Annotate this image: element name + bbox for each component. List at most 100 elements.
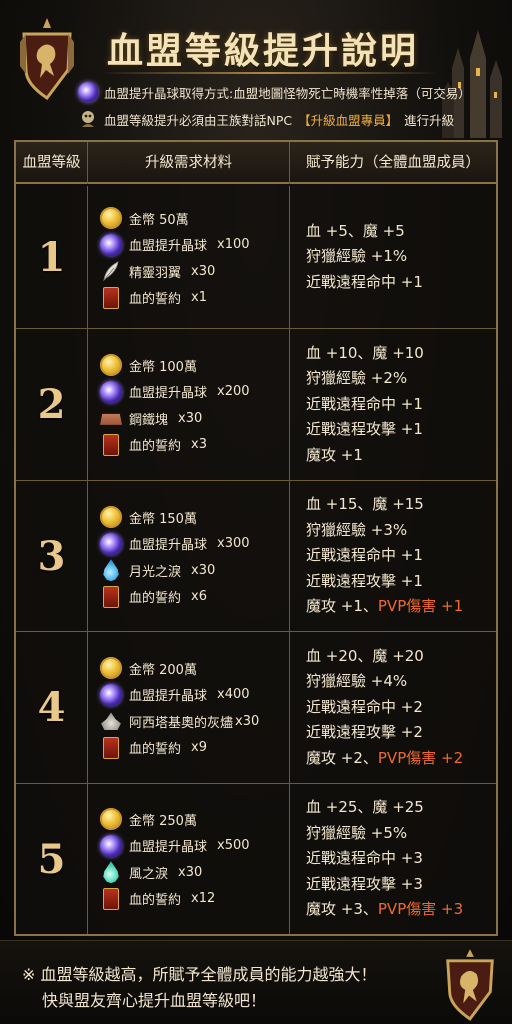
ability-text: 血 +5、魔 +5 — [306, 221, 405, 240]
table-row: 2 金幣 100萬 血盟提升晶球 x200 鋼鐵塊 x30 血的誓約 x3 血 +10、魔 +1… — [16, 329, 496, 481]
npc-skull-icon — [82, 111, 94, 127]
blood-oath-book-icon — [103, 286, 119, 309]
abilities-cell: 血 +25、魔 +25 狩獵經驗 +5% 近戰遠程命中 +3 近戰遠程攻擊 +3 魔攻 … — [290, 784, 496, 934]
material-quantity: x300 — [217, 536, 250, 552]
npc-upgrade-note: 血盟等級提升必須由王族對話NPC 【升級血盟專員】 進行升級 — [78, 109, 454, 129]
clan-orb-icon — [100, 233, 122, 256]
ability-text: 血 +10、魔 +10 — [306, 343, 424, 362]
header-clan-level: 血盟等級 — [16, 142, 88, 184]
lion-crest-icon — [446, 949, 494, 1021]
material-quantity: x100 — [217, 237, 250, 253]
material-item: 金幣 150萬 — [100, 504, 289, 531]
pvp-damage-text: PVP傷害 +3 — [377, 900, 464, 919]
material-quantity: x9 — [191, 740, 207, 756]
material-quantity: x1 — [191, 290, 207, 306]
material-name: 金幣 100萬 — [129, 359, 197, 375]
material-quantity: x12 — [191, 891, 216, 907]
pvp-damage-text: PVP傷害 +2 — [377, 748, 464, 767]
clan-orb-icon — [100, 834, 122, 857]
ability-text: 近戰遠程攻擊 +1 — [306, 420, 423, 439]
orb-drop-note: 血盟提升晶球取得方式:血盟地圖怪物死亡時機率性掉落（可交易） — [78, 82, 471, 102]
material-name: 血的誓約 — [129, 742, 182, 758]
gold-coin-icon — [100, 657, 122, 680]
ability-text: 近戰遠程命中 +1 — [306, 546, 423, 565]
ability-line: 魔攻 +2、PVP傷害 +2 — [306, 746, 496, 772]
wind-tear-icon — [103, 861, 119, 884]
clan-level-number: 4 — [16, 632, 88, 783]
gold-coin-icon — [100, 506, 122, 529]
header: 血盟等級提升說明 血盟提升晶球取得方式:血盟地圖怪物死亡時機率性掉落（可交易） … — [0, 0, 512, 138]
material-quantity: x30 — [178, 864, 203, 880]
materials-cell: 金幣 200萬 血盟提升晶球 x400 阿西塔基奧的灰燼 x30 血的誓約 x9 — [88, 632, 290, 783]
ability-text: 近戰遠程攻擊 +2 — [306, 723, 423, 742]
material-item: 血的誓約 x12 — [100, 886, 289, 913]
material-item: 金幣 100萬 — [100, 352, 289, 379]
npc-name-highlight: 【升級血盟專員】 — [298, 112, 399, 128]
clan-level-number: 1 — [16, 186, 88, 328]
ability-text: 魔攻 +3、 — [306, 900, 378, 919]
material-quantity: x30 — [235, 713, 260, 729]
clan-orb-icon — [100, 532, 122, 555]
material-item: 血盟提升晶球 x200 — [100, 379, 289, 406]
footer-line-2: 快與盟友齊心提升血盟等級吧！ — [42, 991, 267, 1010]
ability-line: 血 +25、魔 +25 — [306, 795, 496, 821]
ability-text: 狩獵經驗 +2% — [306, 369, 408, 388]
material-item: 月光之淚 x30 — [100, 557, 289, 584]
ability-text: 狩獵經驗 +3% — [306, 520, 408, 539]
clan-orb-icon — [100, 380, 122, 403]
ability-text: 近戰遠程命中 +1 — [306, 394, 423, 413]
ability-line: 狩獵經驗 +4% — [306, 669, 496, 695]
material-item: 阿西塔基奧的灰燼 x30 — [100, 708, 289, 735]
ash-icon — [101, 712, 121, 731]
abilities-cell: 血 +10、魔 +10 狩獵經驗 +2% 近戰遠程命中 +1 近戰遠程攻擊 +1 魔攻 … — [290, 329, 496, 480]
footer: ※ 血盟等級越高，所賦予全體成員的能力越強大！ 快與盟友齊心提升血盟等級吧！ — [0, 940, 512, 1024]
feather-icon — [100, 260, 122, 282]
material-name: 金幣 200萬 — [129, 662, 197, 678]
ability-text: 狩獵經驗 +4% — [306, 672, 408, 691]
ability-line: 狩獵經驗 +5% — [306, 821, 496, 847]
ability-line: 近戰遠程命中 +1 — [306, 543, 496, 569]
material-name: 精靈羽翼 — [129, 265, 182, 281]
ability-line: 魔攻 +1、PVP傷害 +1 — [306, 594, 496, 620]
blood-oath-book-icon — [103, 433, 119, 456]
clan-level-number: 5 — [16, 784, 88, 934]
material-quantity: x500 — [217, 838, 250, 854]
gold-coin-icon — [100, 354, 122, 377]
ability-line: 近戰遠程攻擊 +1 — [306, 569, 496, 595]
material-name: 血盟提升晶球 — [129, 538, 208, 554]
ability-line: 狩獵經驗 +1% — [306, 244, 496, 270]
ability-text: 狩獵經驗 +5% — [306, 823, 408, 842]
material-item: 血盟提升晶球 x500 — [100, 833, 289, 860]
ability-text: 近戰遠程命中 +1 — [306, 272, 423, 291]
moonlight-tear-icon — [103, 559, 119, 582]
material-name: 月光之淚 — [129, 564, 182, 580]
material-item: 風之淚 x30 — [100, 859, 289, 886]
npc-note-suffix: 進行升級 — [404, 112, 455, 128]
material-name: 阿西塔基奧的灰燼 — [129, 715, 234, 731]
material-name: 金幣 50萬 — [129, 212, 189, 228]
material-name: 金幣 150萬 — [129, 511, 197, 527]
material-name: 血盟提升晶球 — [129, 386, 208, 402]
orb-drop-note-text: 血盟提升晶球取得方式:血盟地圖怪物死亡時機率性掉落（可交易） — [104, 85, 471, 101]
materials-cell: 金幣 150萬 血盟提升晶球 x300 月光之淚 x30 血的誓約 x6 — [88, 481, 290, 631]
ability-line: 近戰遠程命中 +1 — [306, 270, 496, 296]
material-item: 金幣 250萬 — [100, 806, 289, 833]
material-quantity: x400 — [217, 687, 250, 703]
ability-text: 近戰遠程命中 +2 — [306, 697, 423, 716]
material-item: 金幣 50萬 — [100, 205, 289, 232]
ability-line: 血 +15、魔 +15 — [306, 492, 496, 518]
ability-line: 近戰遠程攻擊 +2 — [306, 720, 496, 746]
abilities-cell: 血 +15、魔 +15 狩獵經驗 +3% 近戰遠程命中 +1 近戰遠程攻擊 +1 魔攻 … — [290, 481, 496, 631]
abilities-cell: 血 +20、魔 +20 狩獵經驗 +4% 近戰遠程命中 +2 近戰遠程攻擊 +2 魔攻 … — [290, 632, 496, 783]
steel-ingot-icon — [100, 413, 122, 425]
footer-line-1: ※ 血盟等級越高，所賦予全體成員的能力越強大！ — [22, 965, 377, 984]
gold-coin-icon — [100, 808, 122, 831]
table-row: 3 金幣 150萬 血盟提升晶球 x300 月光之淚 x30 血的誓約 x6 血 +15、魔 +… — [16, 481, 496, 632]
material-item: 血盟提升晶球 x300 — [100, 531, 289, 558]
ability-line: 血 +20、魔 +20 — [306, 644, 496, 670]
clan-level-number: 2 — [16, 329, 88, 480]
material-name: 鋼鐵塊 — [129, 412, 169, 428]
ability-text: 血 +15、魔 +15 — [306, 495, 424, 514]
clan-level-table: 血盟等級 升級需求材料 賦予能力（全體血盟成員） 1 金幣 50萬 血盟提升晶球 x1… — [14, 140, 498, 936]
ability-text: 近戰遠程命中 +3 — [306, 849, 423, 868]
